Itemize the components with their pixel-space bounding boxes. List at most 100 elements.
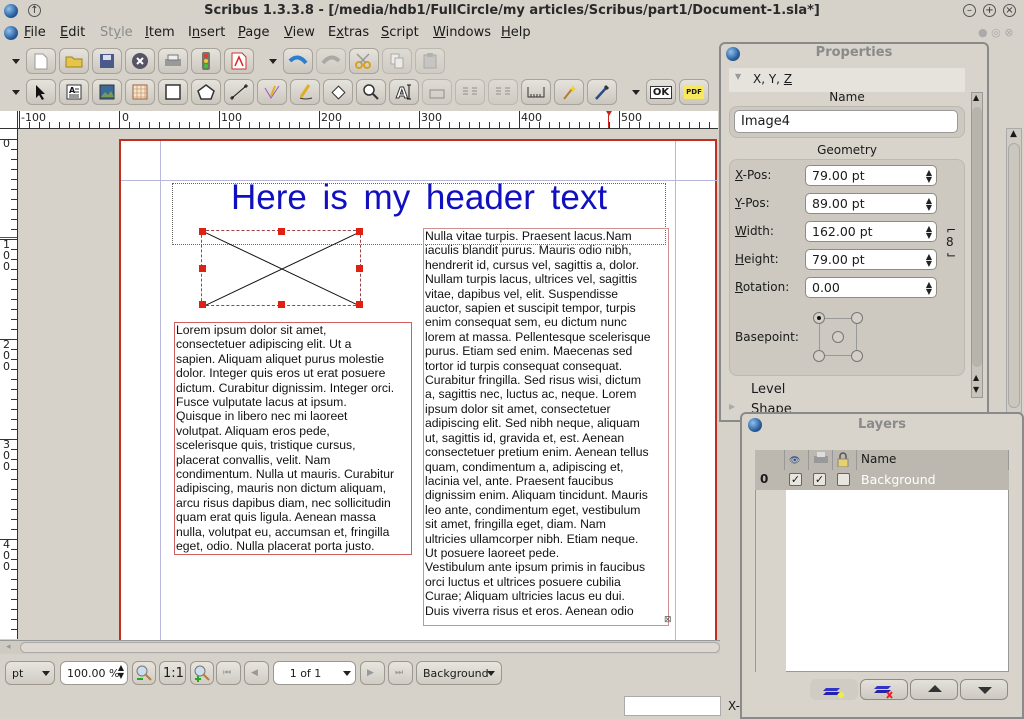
spinner-icon[interactable]: ▲ ▼ [926, 169, 932, 184]
edit-text-tool-button[interactable]: A [389, 79, 419, 105]
resize-handle[interactable] [356, 228, 363, 235]
save-button[interactable] [92, 48, 122, 74]
resize-handle[interactable] [356, 301, 363, 308]
menu-windows[interactable]: Windows [433, 25, 491, 40]
raise-layer-button[interactable] [910, 679, 958, 700]
document-page[interactable]: Here is my header text Lorem ipsum dolor… [119, 139, 718, 640]
item-name-input[interactable]: Image4 [734, 110, 958, 133]
rotation-input[interactable]: 0.00 ▲ ▼ [805, 277, 937, 298]
menu-help[interactable]: Help [501, 25, 531, 40]
unit-select[interactable]: pt [5, 661, 55, 685]
export-pdf-button[interactable] [224, 48, 254, 74]
next-page-button[interactable]: ▶ [360, 661, 385, 685]
last-page-button[interactable]: ⏭ [388, 661, 413, 685]
zoom-in-button[interactable] [190, 661, 214, 685]
close-document-button[interactable] [125, 48, 155, 74]
menu-file[interactable]: FFileile [24, 25, 46, 40]
zoom-input[interactable]: 100.00 % ▲ ▼ [60, 661, 128, 685]
menu-item[interactable]: Item [145, 25, 175, 40]
copy-button[interactable] [382, 48, 412, 74]
scrollbar-thumb[interactable] [972, 107, 982, 367]
freehand-tool-button[interactable] [290, 79, 320, 105]
menu-view[interactable]: View [284, 25, 315, 40]
copy-properties-tool-button[interactable] [554, 79, 584, 105]
layer-visible-checkbox[interactable]: ✓ [789, 473, 802, 486]
layer-select[interactable]: Background [416, 661, 502, 685]
resize-handle[interactable] [356, 265, 363, 272]
zoom-out-button[interactable] [132, 661, 156, 685]
paste-button[interactable] [415, 48, 445, 74]
pdf-push-button-tool[interactable]: OK [646, 79, 676, 105]
properties-scrollbar[interactable]: ▲ ▲ ▼ [971, 92, 983, 398]
first-page-button[interactable]: ⏮ [216, 661, 241, 685]
menu-edit[interactable]: Edit [60, 25, 85, 40]
line-tool-button[interactable] [224, 79, 254, 105]
scroll-down-icon[interactable]: ▼ [973, 385, 979, 394]
scroll-up-icon[interactable]: ▲ [1010, 129, 1017, 139]
new-document-button[interactable] [26, 48, 56, 74]
menu-extras[interactable]: Extras [328, 25, 369, 40]
shape-tool-button[interactable] [158, 79, 188, 105]
toolbar-handle-icon[interactable] [632, 90, 640, 95]
height-input[interactable]: 79.00 pt ▲ ▼ [805, 249, 937, 270]
maximize-button[interactable]: + [983, 4, 996, 17]
unlink-text-frames-button[interactable] [488, 79, 518, 105]
horizontal-scrollbar[interactable]: ◂ [0, 640, 720, 654]
right-text-frame[interactable]: Nulla vitae turpis. Praesent lacus.Nam i… [423, 228, 669, 626]
resize-handle[interactable] [199, 265, 206, 272]
minimize-button[interactable]: – [963, 4, 976, 17]
menu-script[interactable]: Script [381, 25, 419, 40]
cut-button[interactable] [349, 48, 379, 74]
scrollbar-thumb[interactable] [20, 642, 720, 653]
scroll-left-icon[interactable]: ◂ [6, 642, 11, 652]
zoom-actual-button[interactable]: 1:1 [159, 661, 186, 685]
link-text-frames-button[interactable] [455, 79, 485, 105]
spinner-icon[interactable]: ▲ ▼ [926, 281, 932, 296]
layer-name[interactable]: Background [861, 472, 936, 487]
document-canvas[interactable]: Here is my header text Lorem ipsum dolor… [19, 130, 718, 640]
vertical-scrollbar[interactable]: ▲ [1006, 128, 1022, 413]
layer-printable-checkbox[interactable]: ✓ [813, 473, 826, 486]
redo-button[interactable] [316, 48, 346, 74]
menu-style[interactable]: Style [100, 25, 133, 40]
toolbar-handle-icon[interactable] [12, 90, 20, 95]
ruler-corner[interactable] [0, 111, 18, 129]
scroll-up-icon[interactable]: ▲ [973, 93, 979, 102]
pdf-field-tool[interactable]: PDF [679, 79, 709, 105]
select-tool-button[interactable] [26, 79, 56, 105]
delete-layer-button[interactable] [860, 679, 908, 700]
link-proportions-icon[interactable]: ⌐ 8 ⌙ [946, 224, 956, 260]
mdi-controls[interactable]: ● ◎ ⊗ [978, 26, 1013, 39]
resize-handle[interactable] [278, 301, 285, 308]
add-layer-button[interactable] [810, 679, 858, 700]
spinner-icon[interactable]: ▲ ▼ [118, 664, 124, 680]
resize-handle[interactable] [199, 301, 206, 308]
basepoint-top-right[interactable] [851, 312, 863, 324]
basepoint-top-left[interactable] [813, 312, 825, 324]
lower-layer-button[interactable] [960, 679, 1008, 700]
zoom-tool-button[interactable] [356, 79, 386, 105]
vertical-ruler[interactable]: 0 100 200 300 400 [0, 129, 18, 639]
preflight-verifier-button[interactable] [191, 48, 221, 74]
x-pos-input[interactable]: 79.00 pt ▲ ▼ [805, 165, 937, 186]
toolbar-handle-icon[interactable] [269, 59, 277, 64]
spinner-icon[interactable]: ▲ ▼ [926, 197, 932, 212]
edit-contents-tool-button[interactable] [422, 79, 452, 105]
basepoint-bottom-left[interactable] [813, 350, 825, 362]
basepoint-center[interactable] [832, 331, 844, 343]
header-locked[interactable] [833, 450, 857, 470]
image-frame-selected[interactable] [199, 228, 363, 308]
print-button[interactable] [158, 48, 188, 74]
basepoint-bottom-right[interactable] [851, 350, 863, 362]
page-select[interactable]: 1 of 1 [273, 661, 356, 685]
text-frame-tool-button[interactable]: A [59, 79, 89, 105]
text-overflow-icon[interactable]: ⊠ [664, 615, 672, 625]
section-xyz-tab[interactable]: ▼ X, Y, Z [729, 68, 965, 92]
close-button[interactable]: × [1003, 4, 1016, 17]
horizontal-ruler[interactable]: -100 0 100 200 300 400 500 [18, 111, 718, 129]
header-printable[interactable] [809, 450, 833, 470]
resize-handle[interactable] [278, 228, 285, 235]
spinner-icon[interactable]: ▲ ▼ [926, 225, 932, 240]
open-button[interactable] [59, 48, 89, 74]
header-name[interactable]: Name [857, 450, 1009, 470]
